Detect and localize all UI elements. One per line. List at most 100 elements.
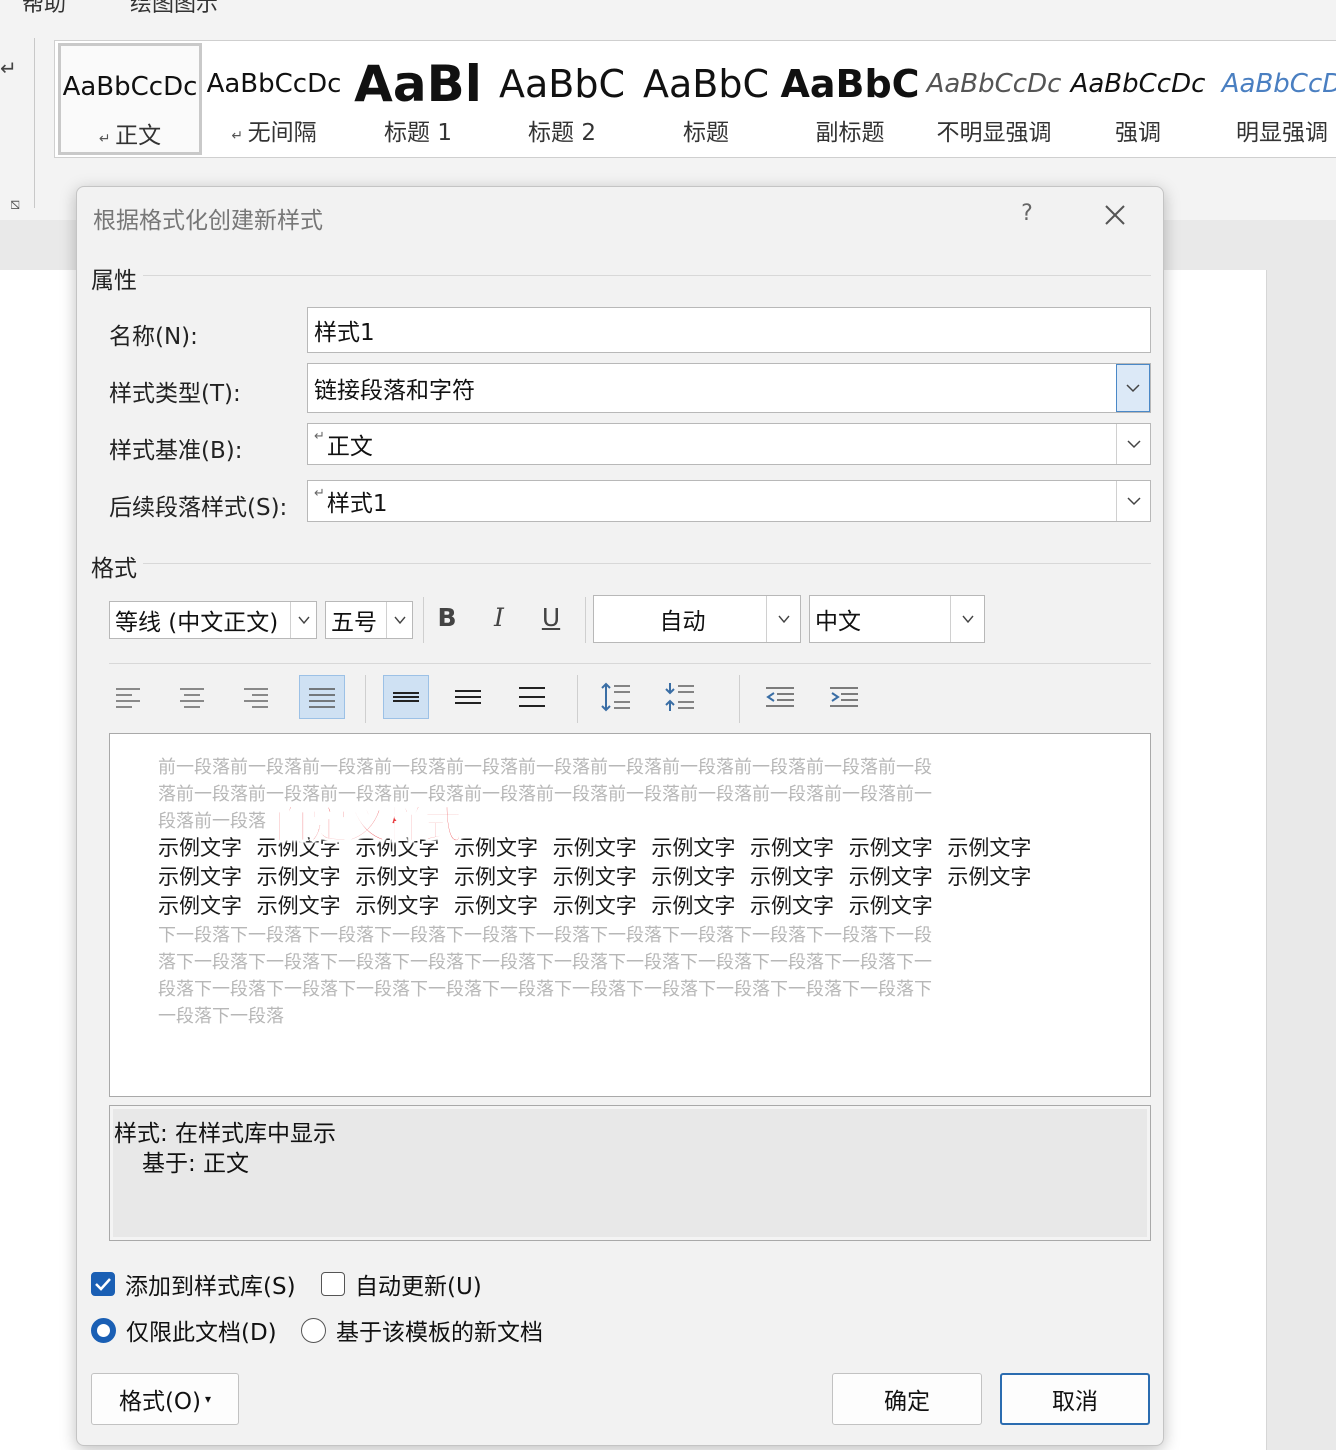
next-style-select[interactable]: ↵ 样式1 bbox=[307, 480, 1151, 522]
font-select[interactable]: 等线 (中文正文) bbox=[109, 601, 317, 639]
bold-button[interactable]: B bbox=[427, 595, 467, 639]
style-tile-subtle-emphasis[interactable]: AaBbCcDc 不明显强调 bbox=[922, 43, 1066, 155]
style-sample: AaBbC bbox=[498, 62, 625, 106]
toolbar-divider bbox=[365, 675, 366, 723]
new-documents-template-radio[interactable]: 基于该模板的新文档 bbox=[301, 1313, 543, 1347]
ribbon-divider bbox=[34, 38, 35, 208]
description-line: 样式: 在样式库中显示 bbox=[114, 1121, 337, 1147]
style-type-label: 样式类型(T): bbox=[109, 381, 241, 407]
chevron-down-icon[interactable] bbox=[1116, 424, 1150, 464]
double-spacing-button[interactable] bbox=[509, 675, 555, 719]
align-right-button[interactable] bbox=[233, 675, 279, 719]
checkbox-checked-icon bbox=[91, 1272, 115, 1296]
style-sample: AaBbCcDc bbox=[1070, 69, 1206, 99]
based-on-value: 正文 bbox=[326, 434, 373, 460]
font-color-select[interactable]: 自动 bbox=[593, 595, 801, 643]
style-type-select[interactable]: 链接段落和字符 bbox=[307, 363, 1151, 413]
tab-help[interactable]: 帮助 bbox=[22, 0, 66, 18]
onehalf-spacing-icon bbox=[455, 690, 481, 704]
close-icon bbox=[1105, 205, 1125, 225]
chevron-down-icon[interactable] bbox=[386, 602, 412, 638]
align-left-icon bbox=[116, 688, 140, 708]
pilcrow-icon: ↵ bbox=[0, 56, 17, 80]
decrease-paragraph-spacing-icon bbox=[665, 683, 694, 711]
style-name: 标题 bbox=[683, 120, 729, 146]
new-documents-template-label: 基于该模板的新文档 bbox=[336, 1320, 543, 1346]
cancel-button[interactable]: 取消 bbox=[1000, 1373, 1150, 1425]
create-style-dialog: 根据格式化创建新样式 ? 属性 名称(N): 样式1 样式类型(T): 链接段落… bbox=[76, 186, 1164, 1446]
radio-selected-icon bbox=[91, 1317, 116, 1343]
style-tile-title[interactable]: AaBbC 标题 bbox=[634, 43, 778, 155]
single-spacing-button[interactable] bbox=[383, 675, 429, 719]
increase-indent-button[interactable] bbox=[821, 675, 867, 719]
style-sample: AaBbC bbox=[642, 62, 769, 106]
format-menu-button[interactable]: 格式(O) ▾ bbox=[91, 1373, 239, 1425]
style-tile-heading1[interactable]: AaBl 标题 1 bbox=[346, 43, 490, 155]
dialog-launcher-icon[interactable]: ⧅ bbox=[10, 194, 20, 214]
chevron-down-icon[interactable] bbox=[766, 596, 800, 642]
next-style-value: 样式1 bbox=[326, 491, 388, 517]
align-center-button[interactable] bbox=[169, 675, 215, 719]
justify-button[interactable] bbox=[299, 675, 345, 719]
custom-style-annotation: 自定义样式 bbox=[271, 802, 463, 848]
style-preview: 前一段落前一段落前一段落前一段落前一段落前一段落前一段落前一段落前一段落前一段落… bbox=[109, 733, 1151, 1097]
format-section-title: 格式 bbox=[91, 556, 137, 582]
style-type-value: 链接段落和字符 bbox=[314, 378, 475, 404]
toolbar-divider bbox=[423, 597, 424, 643]
style-name: 明显强调 bbox=[1236, 120, 1328, 146]
align-center-icon bbox=[180, 688, 204, 708]
decrease-indent-button[interactable] bbox=[757, 675, 803, 719]
toolbar-divider bbox=[585, 597, 586, 643]
toolbar-divider bbox=[739, 675, 740, 723]
style-sample: AaBl bbox=[354, 55, 482, 113]
italic-button[interactable]: I bbox=[479, 595, 519, 639]
add-to-gallery-checkbox[interactable]: 添加到样式库(S) bbox=[91, 1267, 296, 1301]
style-name: ↵ 无间隔 bbox=[231, 120, 317, 146]
style-tile-intense-emphasis[interactable]: AaBbCcD 明显强调 bbox=[1210, 43, 1336, 155]
style-sample: AaBbCcDc bbox=[926, 69, 1062, 99]
based-on-select[interactable]: ↵ 正文 bbox=[307, 423, 1151, 465]
style-tile-emphasis[interactable]: AaBbCcDc 强调 bbox=[1066, 43, 1210, 155]
increase-paragraph-spacing-icon bbox=[601, 682, 630, 712]
pilcrow-icon: ↵ bbox=[314, 428, 325, 444]
chevron-down-icon[interactable] bbox=[1116, 364, 1150, 412]
tab-drawing[interactable]: 绘图图示 bbox=[130, 0, 218, 18]
style-name: 标题 2 bbox=[528, 120, 596, 146]
radio-icon bbox=[301, 1317, 326, 1343]
this-document-only-label: 仅限此文档(D) bbox=[126, 1320, 277, 1346]
style-tile-heading2[interactable]: AaBbC 标题 2 bbox=[490, 43, 634, 155]
double-spacing-icon bbox=[519, 687, 545, 707]
this-document-only-radio[interactable]: 仅限此文档(D) bbox=[91, 1313, 277, 1347]
underline-button[interactable]: U bbox=[531, 595, 571, 639]
style-sample: AaBbC bbox=[780, 62, 920, 106]
decrease-paragraph-spacing-button[interactable] bbox=[657, 675, 703, 719]
font-size-select[interactable]: 五号 bbox=[325, 601, 413, 639]
description-line: 基于: 正文 bbox=[142, 1151, 250, 1177]
close-button[interactable] bbox=[1097, 197, 1133, 233]
next-style-label: 后续段落样式(S): bbox=[109, 495, 288, 521]
style-sample: AaBbCcDc bbox=[206, 69, 342, 99]
style-tile-subtitle[interactable]: AaBbC 副标题 bbox=[778, 43, 922, 155]
pilcrow-icon: ↵ bbox=[314, 485, 325, 501]
chevron-down-icon[interactable] bbox=[290, 602, 316, 638]
onehalf-spacing-button[interactable] bbox=[445, 675, 491, 719]
style-tile-no-spacing[interactable]: AaBbCcDc ↵ 无间隔 bbox=[202, 43, 346, 155]
section-divider bbox=[143, 563, 1151, 564]
help-button[interactable]: ? bbox=[1013, 197, 1041, 231]
ok-label: 确定 bbox=[884, 1389, 930, 1415]
checkbox-icon bbox=[321, 1272, 345, 1296]
chevron-down-icon[interactable] bbox=[950, 596, 984, 642]
ok-button[interactable]: 确定 bbox=[832, 1373, 982, 1425]
style-tile-normal[interactable]: AaBbCcDc ↵ 正文 bbox=[58, 43, 202, 155]
decrease-indent-icon bbox=[766, 687, 794, 707]
increase-paragraph-spacing-button[interactable] bbox=[593, 675, 639, 719]
name-input[interactable]: 样式1 bbox=[307, 307, 1151, 353]
font-color-value: 自动 bbox=[659, 609, 706, 635]
dialog-title: 根据格式化创建新样式 bbox=[93, 208, 323, 234]
chevron-down-icon[interactable] bbox=[1116, 481, 1150, 521]
increase-indent-icon bbox=[830, 687, 858, 707]
align-left-button[interactable] bbox=[105, 675, 151, 719]
auto-update-checkbox[interactable]: 自动更新(U) bbox=[321, 1267, 482, 1301]
language-select[interactable]: 中文 bbox=[809, 595, 985, 643]
single-spacing-icon bbox=[393, 692, 419, 702]
